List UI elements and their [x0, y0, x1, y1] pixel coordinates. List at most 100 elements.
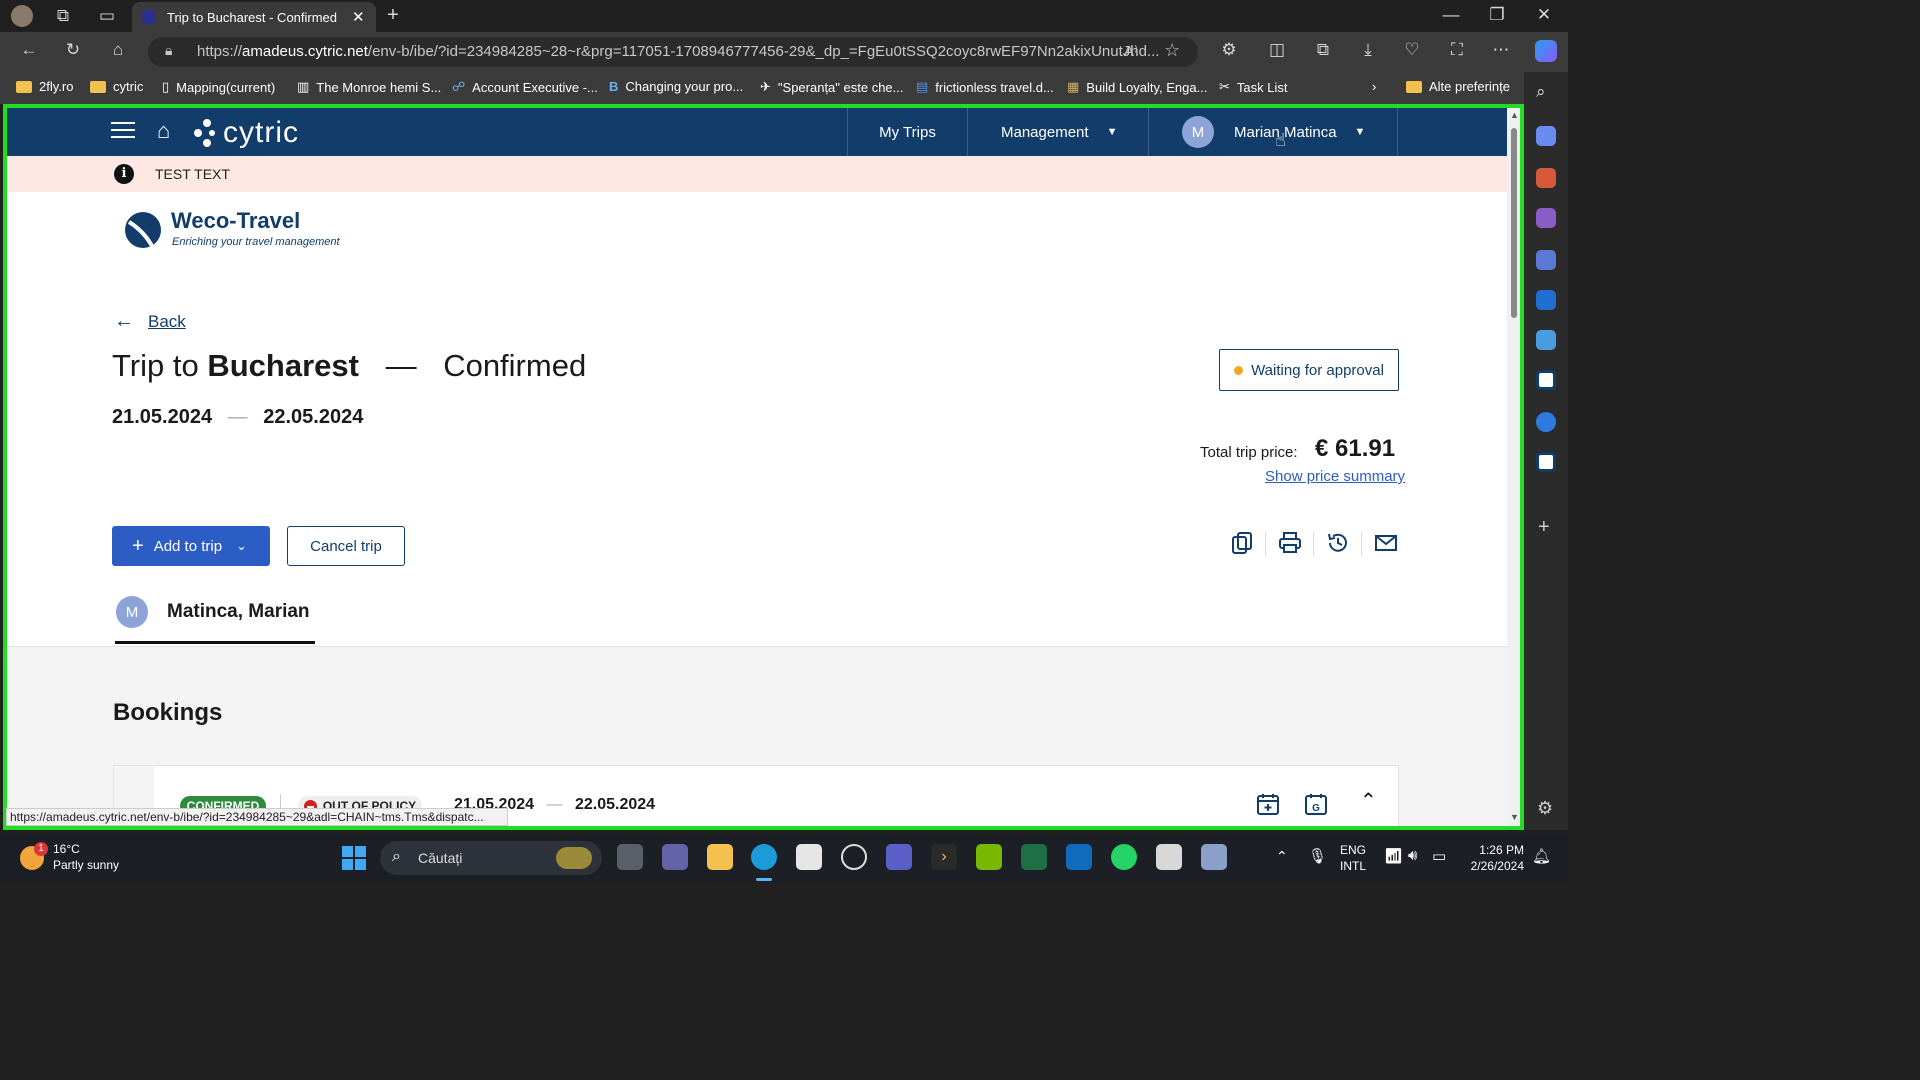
- terminal-icon[interactable]: ›: [931, 844, 957, 870]
- teams-chat-icon[interactable]: [662, 844, 688, 870]
- bookmarks-bar: 2fly.ro cytric ▯ Mapping(current) ▥ The Mo…: [0, 72, 1568, 104]
- sidebar-search-icon[interactable]: ⌕: [1536, 82, 1546, 102]
- scroll-up-arrow-icon[interactable]: ▲: [1510, 110, 1519, 120]
- bookmark-account-executive[interactable]: ☍ Account Executive -...: [452, 79, 598, 95]
- copy-icon[interactable]: [1229, 530, 1255, 556]
- edge-browser-icon[interactable]: [751, 844, 777, 870]
- performance-icon[interactable]: ♡: [1401, 40, 1423, 60]
- bookmark-2fly[interactable]: 2fly.ro: [16, 79, 73, 94]
- new-tab-icon[interactable]: +: [382, 4, 404, 27]
- nvidia-icon[interactable]: [976, 844, 1002, 870]
- sidebar-weco-icon[interactable]: [1536, 370, 1556, 390]
- bookmark-frictionless[interactable]: ▤ frictionless travel.d...: [916, 79, 1054, 95]
- windows-start-icon[interactable]: [342, 846, 366, 870]
- url-host: amadeus.cytric.net: [242, 43, 368, 60]
- wifi-icon[interactable]: 📶︎: [1384, 847, 1403, 865]
- vertical-tabs-icon[interactable]: ▭: [96, 6, 118, 26]
- restore-icon[interactable]: ❐: [1486, 5, 1508, 25]
- screenshot-icon[interactable]: ⛶: [1446, 40, 1468, 60]
- history-icon[interactable]: [1325, 530, 1351, 556]
- screen-capture-icon[interactable]: [1201, 844, 1227, 870]
- more-menu-icon[interactable]: ⋯: [1490, 40, 1512, 60]
- sidebar-outlook-icon[interactable]: [1536, 290, 1556, 310]
- back-icon[interactable]: ←: [18, 40, 40, 60]
- minimize-icon[interactable]: —: [1440, 5, 1462, 25]
- show-hidden-icons-chevron-icon[interactable]: ⌃: [1276, 848, 1288, 865]
- microphone-icon[interactable]: 🎙︎: [1308, 847, 1327, 865]
- sidebar-copilot-icon[interactable]: [1536, 250, 1556, 270]
- page-scrollbar[interactable]: ▲ ▼: [1507, 108, 1520, 826]
- sidebar-chess-icon[interactable]: [1536, 208, 1556, 228]
- excel-icon[interactable]: [1021, 844, 1047, 870]
- notifications-bell-icon[interactable]: 🔔︎: [1532, 847, 1551, 865]
- bookmark-mapping[interactable]: ▯ Mapping(current): [162, 79, 275, 95]
- close-tab-icon[interactable]: ✕: [352, 8, 365, 26]
- refresh-icon[interactable]: ↻: [62, 40, 84, 60]
- downloads-icon[interactable]: ⤓: [1357, 40, 1379, 60]
- read-aloud-icon[interactable]: A⁾: [1124, 42, 1138, 60]
- profile-avatar[interactable]: [11, 5, 33, 27]
- close-window-icon[interactable]: ✕: [1533, 5, 1555, 25]
- dell-icon[interactable]: [841, 844, 867, 870]
- language-indicator[interactable]: ENG INTL: [1340, 842, 1366, 874]
- home-icon[interactable]: ⌂: [107, 40, 129, 60]
- back-link[interactable]: ← Back: [114, 310, 186, 333]
- extensions-icon[interactable]: ⚙: [1218, 40, 1240, 60]
- language-top: ENG: [1340, 843, 1367, 857]
- whatsapp-icon[interactable]: [1111, 844, 1137, 870]
- cancel-trip-button[interactable]: Cancel trip: [287, 526, 405, 566]
- favorite-star-icon[interactable]: ☆: [1164, 40, 1180, 61]
- add-to-trip-button[interactable]: + Add to trip ⌄: [112, 526, 270, 566]
- weather-widget[interactable]: 1 16°C Partly sunny: [18, 840, 128, 876]
- collections-icon[interactable]: ⧉: [1312, 40, 1334, 60]
- nav-management[interactable]: Management ▼: [967, 108, 1148, 156]
- sidebar-weco2-icon[interactable]: [1536, 452, 1556, 472]
- page-icon: ▯: [162, 79, 170, 94]
- bookmark-cytric[interactable]: cytric: [90, 79, 143, 94]
- nav-my-trips[interactable]: My Trips: [847, 108, 967, 156]
- sidebar-briefcase-icon[interactable]: [1536, 168, 1556, 188]
- sidebar-add-icon[interactable]: +: [1538, 516, 1550, 539]
- bookmark-label: 2fly.ro: [39, 79, 74, 94]
- cytric-logo[interactable]: cytric: [193, 116, 299, 150]
- bookmark-monroe[interactable]: ▥ The Monroe hemi S...: [297, 79, 441, 95]
- collapse-chevron-icon[interactable]: ⌃: [1360, 788, 1377, 813]
- microsoft-store-icon[interactable]: [796, 844, 822, 870]
- traveler-tab[interactable]: M Matinca, Marian: [115, 592, 315, 644]
- split-screen-icon[interactable]: ◫: [1266, 40, 1288, 60]
- bookmark-other-favorites[interactable]: Alte preferințe: [1406, 79, 1510, 94]
- teams-icon[interactable]: [886, 844, 912, 870]
- file-explorer-icon[interactable]: [707, 844, 733, 870]
- scroll-down-arrow-icon[interactable]: ▼: [1510, 812, 1519, 822]
- nav-user-menu[interactable]: M Marian Matinca ▼: [1148, 108, 1398, 156]
- sidebar-amazon-icon[interactable]: [1536, 412, 1556, 432]
- hamburger-menu-icon[interactable]: [111, 122, 135, 140]
- taskbar-search[interactable]: ⌕ Căutați: [380, 841, 602, 875]
- home-icon[interactable]: ⌂: [157, 118, 170, 144]
- bookmark-changing-profile[interactable]: B Changing your pro...: [609, 79, 743, 94]
- show-price-summary-link[interactable]: Show price summary: [1265, 468, 1405, 485]
- snipping-tool-icon[interactable]: [1156, 844, 1182, 870]
- bookmark-speranta[interactable]: ✈ "Speranța" este che...: [760, 79, 904, 95]
- email-icon[interactable]: [1373, 530, 1399, 556]
- clock[interactable]: 1:26 PM 2/26/2024: [1460, 842, 1524, 874]
- bookmark-task-list[interactable]: ✂ Task List: [1219, 79, 1287, 95]
- active-tab[interactable]: Trip to Bucharest - Confirmed ✕: [132, 2, 376, 32]
- workspaces-icon[interactable]: ⧉: [52, 6, 74, 26]
- task-view-icon[interactable]: [617, 844, 643, 870]
- bookmark-build-loyalty[interactable]: ▦ Build Loyalty, Enga...: [1067, 79, 1207, 95]
- copilot-icon[interactable]: [1535, 40, 1557, 62]
- more-bookmarks-chevron-icon[interactable]: ›: [1372, 79, 1376, 94]
- sidebar-send-icon[interactable]: [1536, 330, 1556, 350]
- scrollbar-thumb[interactable]: [1511, 128, 1517, 318]
- battery-icon[interactable]: ▭: [1432, 847, 1446, 865]
- volume-icon[interactable]: 🔊︎: [1408, 847, 1417, 864]
- nav-management-label: Management: [1001, 123, 1089, 141]
- url-field[interactable]: 🔒︎ https://amadeus.cytric.net/env-b/ibe/…: [148, 37, 1198, 67]
- outlook-icon[interactable]: [1066, 844, 1092, 870]
- sidebar-settings-icon[interactable]: ⚙: [1537, 798, 1553, 819]
- google-calendar-icon[interactable]: G: [1304, 792, 1328, 816]
- sidebar-tag-icon[interactable]: [1536, 126, 1556, 146]
- add-to-calendar-icon[interactable]: [1256, 792, 1280, 816]
- print-icon[interactable]: [1277, 530, 1303, 556]
